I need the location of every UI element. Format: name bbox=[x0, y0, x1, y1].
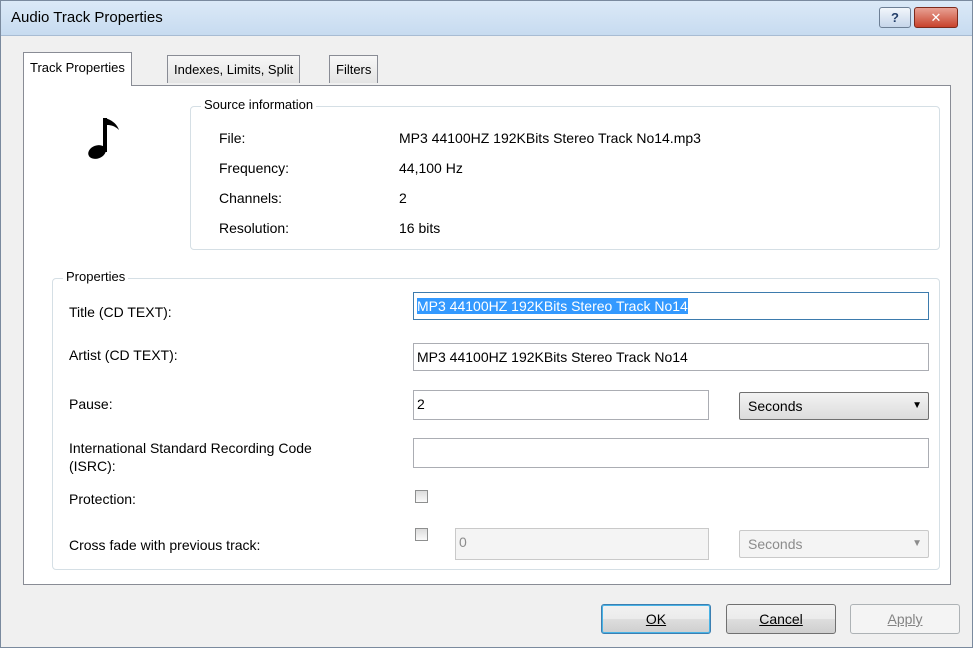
apply-button[interactable]: Apply bbox=[850, 604, 960, 634]
crossfade-label: Cross fade with previous track: bbox=[69, 537, 261, 553]
artist-label: Artist (CD TEXT): bbox=[69, 347, 178, 363]
crossfade-unit-select[interactable]: Seconds ▼ bbox=[739, 530, 929, 558]
crossfade-input[interactable]: 0 bbox=[455, 528, 709, 560]
protection-checkbox[interactable] bbox=[415, 490, 428, 503]
pause-unit-value: Seconds bbox=[748, 398, 803, 414]
title-label: Title (CD TEXT): bbox=[69, 304, 172, 320]
properties-group: Properties Title (CD TEXT): MP3 44100HZ … bbox=[52, 269, 940, 570]
frequency-label: Frequency: bbox=[219, 160, 290, 176]
file-label: File: bbox=[219, 130, 246, 146]
apply-button-label: Apply bbox=[887, 611, 923, 627]
resolution-label: Resolution: bbox=[219, 220, 290, 236]
ok-button[interactable]: OK bbox=[601, 604, 711, 634]
channels-value: 2 bbox=[399, 190, 407, 206]
channels-label: Channels: bbox=[219, 190, 283, 206]
music-note-icon bbox=[88, 118, 119, 159]
isrc-label-line2: (ISRC): bbox=[69, 458, 116, 474]
crossfade-checkbox[interactable] bbox=[415, 528, 428, 541]
source-information-group: Source information File: MP3 44100HZ 192… bbox=[190, 97, 940, 250]
source-group-label: Source information bbox=[201, 97, 317, 112]
title-input[interactable]: MP3 44100HZ 192KBits Stereo Track No14 bbox=[413, 292, 929, 320]
frequency-value: 44,100 Hz bbox=[399, 160, 463, 176]
dropdown-arrow-icon: ▼ bbox=[912, 400, 922, 411]
dialog-window: Audio Track Properties ? ✕ Track Propert… bbox=[0, 0, 973, 648]
tab-indexes-limits-split[interactable]: Indexes, Limits, Split bbox=[167, 55, 301, 83]
dropdown-arrow-icon: ▼ bbox=[912, 538, 922, 549]
protection-label: Protection: bbox=[69, 491, 136, 507]
ok-button-label: OK bbox=[645, 611, 667, 627]
cancel-button[interactable]: Cancel bbox=[726, 604, 836, 634]
cancel-button-label: Cancel bbox=[759, 611, 803, 627]
resolution-value: 16 bits bbox=[399, 220, 441, 236]
isrc-input[interactable] bbox=[413, 438, 929, 468]
title-bar[interactable]: Audio Track Properties ? ✕ bbox=[1, 1, 972, 36]
pause-unit-select[interactable]: Seconds ▼ bbox=[739, 392, 929, 420]
tab-filters[interactable]: Filters bbox=[329, 55, 379, 83]
help-button[interactable]: ? bbox=[879, 7, 911, 28]
file-value: MP3 44100HZ 192KBits Stereo Track No14.m… bbox=[399, 130, 701, 146]
window-title: Audio Track Properties bbox=[11, 9, 163, 26]
title-input-value: MP3 44100HZ 192KBits Stereo Track No14 bbox=[417, 298, 688, 314]
properties-group-label: Properties bbox=[63, 269, 129, 284]
artist-input[interactable]: MP3 44100HZ 192KBits Stereo Track No14 bbox=[413, 343, 929, 371]
pause-label: Pause: bbox=[69, 396, 113, 412]
close-button[interactable]: ✕ bbox=[914, 7, 958, 28]
pause-input[interactable]: 2 bbox=[413, 390, 709, 420]
isrc-label-line1: International Standard Recording Code bbox=[69, 440, 312, 456]
tab-track-properties[interactable]: Track Properties bbox=[23, 52, 132, 86]
crossfade-unit-value: Seconds bbox=[748, 536, 803, 552]
tab-panel: Source information File: MP3 44100HZ 192… bbox=[23, 85, 951, 585]
